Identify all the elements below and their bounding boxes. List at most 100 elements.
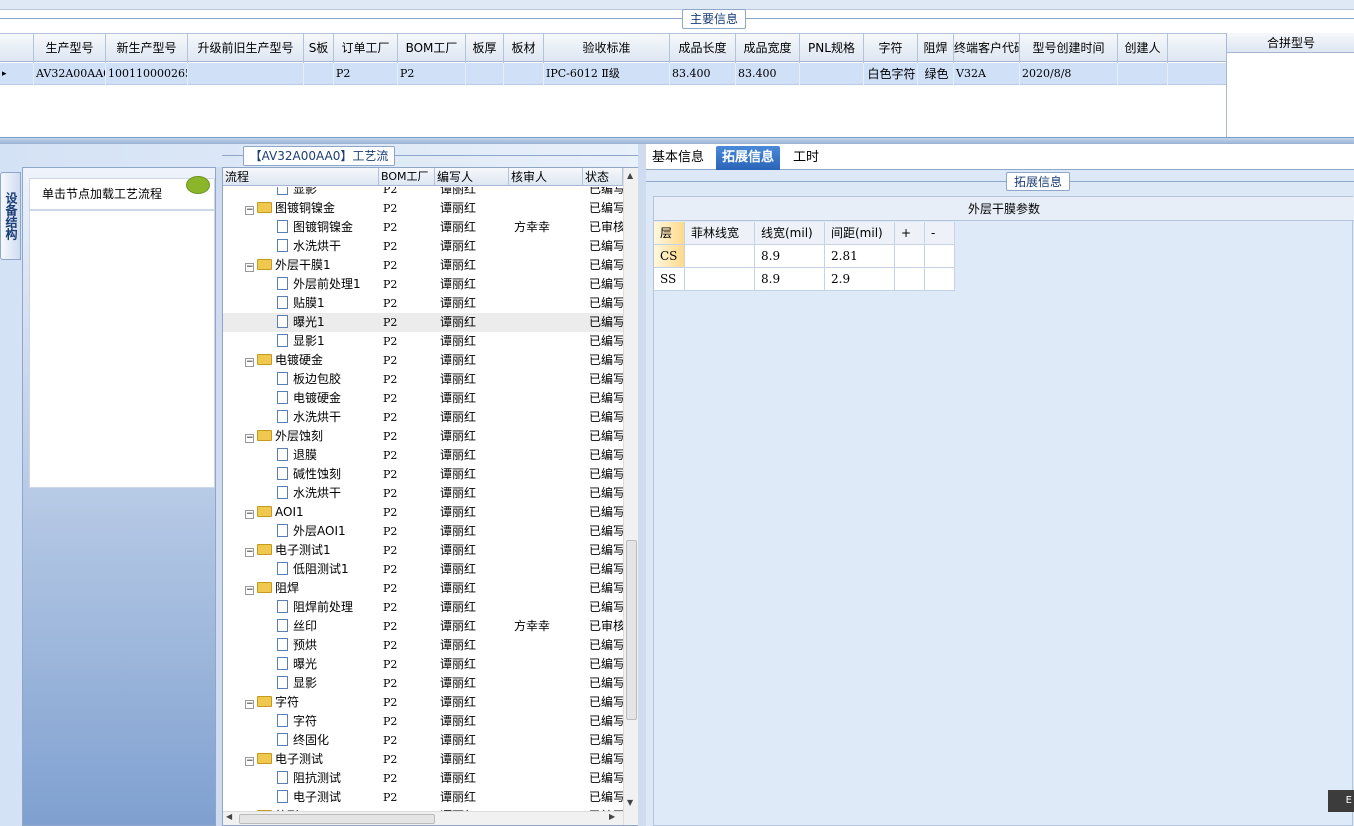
tree-column-header[interactable]: 流程	[223, 168, 379, 186]
param-cell[interactable]: 2.9	[825, 268, 895, 291]
tree-row[interactable]: − 图镀铜镍金 P2 谭丽红 已编写	[223, 199, 623, 218]
tree-row[interactable]: − 电子测试1 P2 谭丽红 已编写	[223, 541, 623, 560]
main-grid-row[interactable]: ▸AV32A00AA010011000026585 P2P2 IPC-6012 Ⅱ级…	[0, 63, 1226, 85]
tree-row[interactable]: 阻抗测试 P2 谭丽红 已编写	[223, 769, 623, 788]
grid-cell[interactable]: 83.400	[670, 63, 736, 85]
column-header[interactable]: 创建人	[1118, 34, 1168, 63]
tree-row[interactable]: 显影 P2 谭丽红 已编写	[223, 187, 623, 199]
grid-cell[interactable]: V32A	[954, 63, 1020, 85]
param-header[interactable]: -	[925, 222, 955, 245]
row-indicator-icon[interactable]: ▸	[0, 63, 34, 85]
tree-column-header[interactable]: BOM工厂	[379, 168, 435, 186]
collapse-toggle-icon[interactable]: −	[245, 586, 254, 595]
scroll-right-arrow-icon[interactable]: ▶	[609, 812, 615, 821]
tree-node[interactable]: 电子测试	[223, 788, 379, 807]
horizontal-scroll-thumb[interactable]	[239, 814, 435, 824]
tree-horizontal-scrollbar[interactable]: ◀ ▶	[223, 811, 623, 825]
tree-column-header[interactable]: 核审人	[509, 168, 583, 186]
column-header[interactable]: S板	[304, 34, 334, 63]
param-cell[interactable]	[925, 268, 955, 291]
tree-node[interactable]: 碱性蚀刻	[223, 465, 379, 484]
tree-row[interactable]: 电镀硬金 P2 谭丽红 已编写	[223, 389, 623, 408]
scroll-left-arrow-icon[interactable]: ◀	[226, 812, 232, 821]
tree-row[interactable]: 水洗烘干 P2 谭丽红 已编写	[223, 408, 623, 427]
param-cell[interactable]: CS	[654, 245, 685, 268]
side-tab-equipment[interactable]: 设备结构	[0, 172, 21, 260]
collapse-toggle-icon[interactable]: −	[245, 358, 254, 367]
tree-row[interactable]: 贴膜1 P2 谭丽红 已编写	[223, 294, 623, 313]
column-header[interactable]: 板材	[504, 34, 544, 63]
tree-row[interactable]: 退膜 P2 谭丽红 已编写	[223, 446, 623, 465]
tree-row[interactable]: 字符 P2 谭丽红 已编写	[223, 712, 623, 731]
tab-extended-info[interactable]: 拓展信息	[716, 146, 781, 170]
tree-row[interactable]: 曝光 P2 谭丽红 已编写	[223, 655, 623, 674]
tree-node[interactable]: 图镀铜镍金	[223, 218, 379, 237]
tree-row[interactable]: 外层前处理1 P2 谭丽红 已编写	[223, 275, 623, 294]
param-cell[interactable]	[895, 268, 925, 291]
column-header[interactable]: 成品宽度	[736, 34, 800, 63]
column-header[interactable]: 终端客户代码	[954, 34, 1020, 63]
param-cell[interactable]	[895, 245, 925, 268]
column-header[interactable]: 板厚	[466, 34, 504, 63]
tree-row[interactable]: 图镀铜镍金 P2 谭丽红 方幸幸 已审核	[223, 218, 623, 237]
scroll-up-arrow-icon[interactable]: ▲	[627, 171, 633, 180]
tree-column-header[interactable]: 状态	[583, 168, 623, 186]
column-header[interactable]: 生产型号	[34, 34, 106, 63]
param-cell[interactable]	[685, 268, 755, 291]
tree-node[interactable]: 丝印	[223, 617, 379, 636]
tree-node[interactable]: 曝光	[223, 655, 379, 674]
tree-node[interactable]: − 电子测试	[223, 750, 379, 769]
tree-node[interactable]: 水洗烘干	[223, 237, 379, 256]
tree-row[interactable]: − 电镀硬金 P2 谭丽红 已编写	[223, 351, 623, 370]
tree-row[interactable]: 显影 P2 谭丽红 已编写	[223, 674, 623, 693]
tree-node[interactable]: 显影	[223, 674, 379, 693]
column-header[interactable]: 订单工厂	[334, 34, 398, 63]
tree-row[interactable]: − 外层蚀刻 P2 谭丽红 已编写	[223, 427, 623, 446]
grid-cell[interactable]	[304, 63, 334, 85]
collapse-toggle-icon[interactable]: −	[245, 206, 254, 215]
scroll-down-arrow-icon[interactable]: ▼	[627, 798, 633, 807]
grid-cell[interactable]: P2	[334, 63, 398, 85]
tree-node[interactable]: − 字符	[223, 693, 379, 712]
collapse-toggle-icon[interactable]: −	[245, 757, 254, 766]
tree-node[interactable]: − AOI1	[223, 503, 379, 522]
tree-node[interactable]: 字符	[223, 712, 379, 731]
collapse-toggle-icon[interactable]: −	[245, 700, 254, 709]
tree-node[interactable]: 外层AOI1	[223, 522, 379, 541]
grid-cell[interactable]	[188, 63, 304, 85]
grid-cell[interactable]: P2	[398, 63, 466, 85]
column-header[interactable]: 成品长度	[670, 34, 736, 63]
tree-row[interactable]: − 电子测试 P2 谭丽红 已编写	[223, 750, 623, 769]
tree-node[interactable]: 低阻测试1	[223, 560, 379, 579]
column-header[interactable]: 验收标准	[544, 34, 670, 63]
grid-cell[interactable]: IPC-6012 Ⅱ级	[544, 63, 670, 85]
grid-cell[interactable]	[1118, 63, 1168, 85]
column-header[interactable]: BOM工厂	[398, 34, 466, 63]
column-header[interactable]: 阻焊	[918, 34, 954, 63]
merge-model-header[interactable]: 合拼型号	[1227, 33, 1354, 53]
tree-node[interactable]: 板边包胶	[223, 370, 379, 389]
grid-cell[interactable]: AV32A00AA0	[34, 63, 106, 85]
tree-row[interactable]: 阻焊前处理 P2 谭丽红 已编写	[223, 598, 623, 617]
corner-widget[interactable]: E	[1328, 790, 1354, 812]
tree-row[interactable]: 板边包胶 P2 谭丽红 已编写	[223, 370, 623, 389]
tree-node[interactable]: − 电子测试1	[223, 541, 379, 560]
tree-row[interactable]: 低阻测试1 P2 谭丽红 已编写	[223, 560, 623, 579]
tree-node[interactable]: 阻焊前处理	[223, 598, 379, 617]
tree-node[interactable]: 显影	[223, 187, 379, 199]
right-vertical-splitter[interactable]	[638, 144, 646, 826]
tree-row[interactable]: − AOI1 P2 谭丽红 已编写	[223, 503, 623, 522]
grid-cell[interactable]: 83.400	[736, 63, 800, 85]
tree-node[interactable]: − 图镀铜镍金	[223, 199, 379, 218]
grid-cell[interactable]	[466, 63, 504, 85]
grid-cell[interactable]	[504, 63, 544, 85]
grid-cell[interactable]: 10011000026585	[106, 63, 188, 85]
tree-row[interactable]: − 字符 P2 谭丽红 已编写	[223, 693, 623, 712]
tree-node[interactable]: 外层前处理1	[223, 275, 379, 294]
tree-row[interactable]: − 阻焊 P2 谭丽红 已编写	[223, 579, 623, 598]
column-header[interactable]: 新生产型号	[106, 34, 188, 63]
column-header[interactable]: PNL规格	[800, 34, 864, 63]
tree-node[interactable]: − 电镀硬金	[223, 351, 379, 370]
param-cell[interactable]: 8.9	[755, 268, 825, 291]
column-header[interactable]: 型号创建时间	[1020, 34, 1118, 63]
